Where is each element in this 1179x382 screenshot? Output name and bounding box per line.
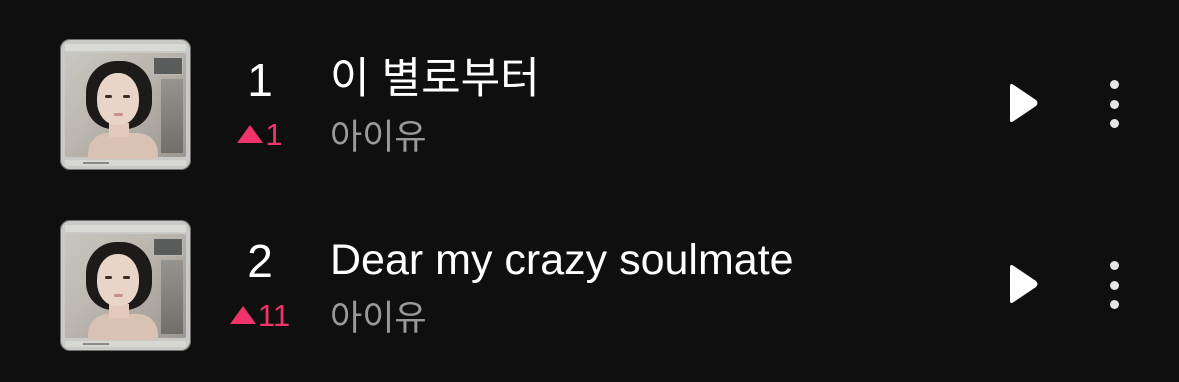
track-title[interactable]: Dear my crazy soulmate [330,235,794,285]
track-artist[interactable]: 아이유 [330,118,427,158]
rank-change: 11 [220,299,300,333]
more-options-button[interactable] [1096,80,1132,128]
album-art[interactable] [60,39,191,170]
track-list: 1 1 이 별로부터 아이유 2 11 Dear my crazy soulma… [0,0,1179,382]
triangle-up-icon [229,306,256,324]
rank-change-value: 11 [257,298,291,333]
album-art[interactable] [60,220,191,351]
track-row[interactable]: 1 1 이 별로부터 아이유 [0,36,1179,176]
track-artist[interactable]: 아이유 [330,299,427,339]
rank-change-value: 1 [265,117,283,152]
more-vertical-icon [1109,80,1119,89]
rank-change: 1 [220,118,300,152]
more-options-button[interactable] [1096,261,1132,309]
play-button[interactable] [1000,260,1044,308]
rank-number: 1 [247,54,273,106]
rank-number: 2 [247,235,273,287]
play-icon [1010,84,1038,122]
track-row[interactable]: 2 11 Dear my crazy soulmate 아이유 [0,217,1179,357]
play-icon [1010,265,1038,303]
play-button[interactable] [1000,79,1044,127]
more-vertical-icon [1109,261,1119,270]
track-title[interactable]: 이 별로부터 [330,54,540,104]
triangle-up-icon [237,125,264,143]
